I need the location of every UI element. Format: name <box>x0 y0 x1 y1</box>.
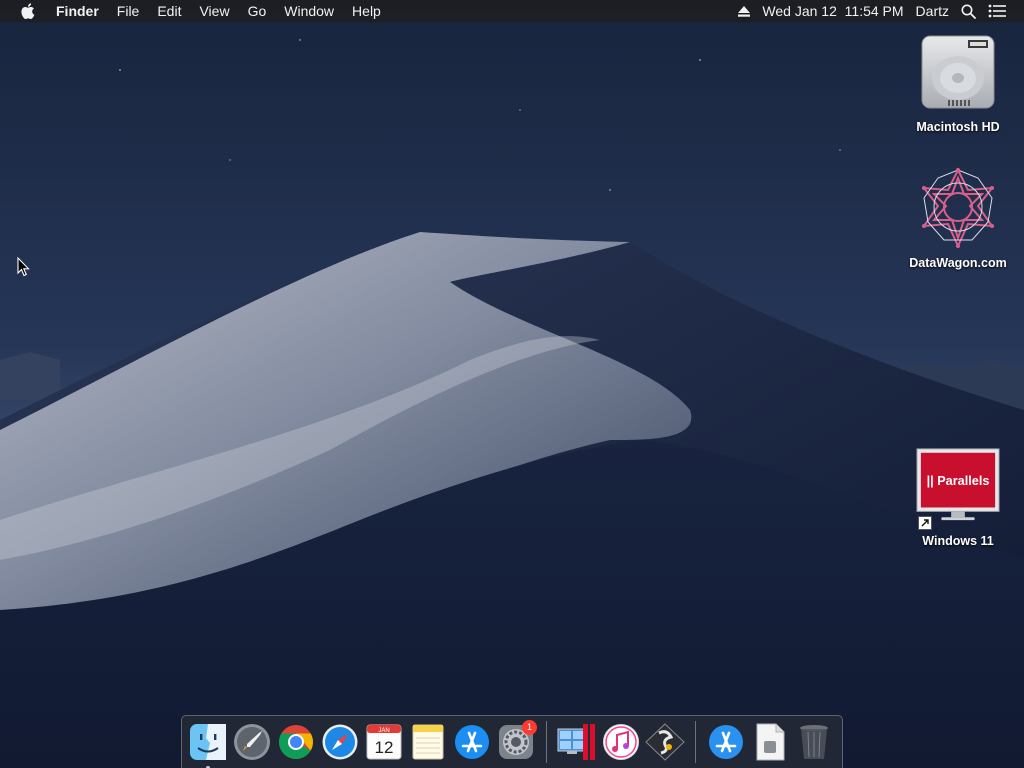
dock-document[interactable] <box>748 720 792 764</box>
parallels-logo-text: || Parallels <box>927 474 990 488</box>
dock-paintbrush[interactable] <box>643 720 687 764</box>
menu-bar: Finder File Edit View Go Window Help Wed… <box>0 0 1024 22</box>
dock-launchpad[interactable] <box>230 720 274 764</box>
spotlight-icon[interactable] <box>955 4 982 19</box>
menu-go[interactable]: Go <box>239 0 276 22</box>
menu-edit[interactable]: Edit <box>148 0 190 22</box>
calendar-day: 12 <box>375 738 394 757</box>
dock-safari[interactable] <box>318 720 362 764</box>
dock-finder[interactable] <box>186 720 230 768</box>
dock-app-store-folder[interactable] <box>704 720 748 764</box>
menu-bar-status-area: Wed Jan 12 11:54 PM Dartz <box>732 0 1024 22</box>
dock-app-store[interactable] <box>450 720 494 764</box>
notes-icon <box>412 724 444 760</box>
parallels-icon <box>557 724 595 760</box>
dock-trash[interactable] <box>792 720 836 764</box>
desktop-icon-label: Windows 11 <box>922 534 994 548</box>
launchpad-icon <box>234 724 270 760</box>
paintbrush-icon <box>645 723 685 761</box>
notification-center-icon[interactable] <box>982 4 1012 18</box>
desktop-icon-windows-11[interactable]: || Parallels Windows 11 <box>903 444 1013 548</box>
hard-drive-icon <box>916 30 1000 114</box>
dock-chrome[interactable] <box>274 720 318 764</box>
dock-separator <box>546 721 547 763</box>
alias-arrow-icon <box>918 516 932 530</box>
notification-badge: 1 <box>522 720 537 735</box>
itunes-icon <box>603 724 639 760</box>
parallels-vm-icon: || Parallels <box>916 444 1000 530</box>
dock-system-preferences[interactable]: 1 <box>494 720 538 764</box>
dock-itunes[interactable] <box>599 720 643 764</box>
eject-icon[interactable] <box>732 5 756 17</box>
menu-help[interactable]: Help <box>343 0 390 22</box>
dock-calendar[interactable]: JAN 12 <box>362 720 406 764</box>
trash-icon <box>800 725 828 759</box>
calendar-month: JAN <box>378 728 389 734</box>
desktop-icon-macintosh-hd[interactable]: Macintosh HD <box>903 30 1013 134</box>
dock-separator <box>695 721 696 763</box>
safari-icon <box>322 724 358 760</box>
desktop-icon-label: Macintosh HD <box>916 120 1000 134</box>
document-icon <box>756 723 785 761</box>
menu-view[interactable]: View <box>190 0 238 22</box>
desktop-icon-datawagon[interactable]: DataWagon.com <box>903 166 1013 270</box>
menu-file[interactable]: File <box>108 0 149 22</box>
dock-parallels[interactable] <box>555 720 599 764</box>
dock: JAN 12 1 <box>181 715 843 768</box>
datawagon-icon <box>916 166 1000 250</box>
mouse-cursor-icon <box>17 257 30 277</box>
desktop-icon-label: DataWagon.com <box>909 256 1007 270</box>
desktop-wallpaper <box>0 0 1024 768</box>
app-store-folder-icon <box>709 725 743 759</box>
apple-menu-icon[interactable] <box>0 0 56 22</box>
calendar-icon: JAN 12 <box>366 724 402 760</box>
menu-window[interactable]: Window <box>275 0 343 22</box>
app-store-icon <box>455 725 489 759</box>
clock[interactable]: Wed Jan 12 11:54 PM <box>756 0 909 22</box>
finder-icon <box>190 724 226 760</box>
user-name[interactable]: Dartz <box>910 0 955 22</box>
dock-notes[interactable] <box>406 720 450 764</box>
chrome-icon <box>279 725 313 759</box>
menu-finder[interactable]: Finder <box>56 0 108 22</box>
